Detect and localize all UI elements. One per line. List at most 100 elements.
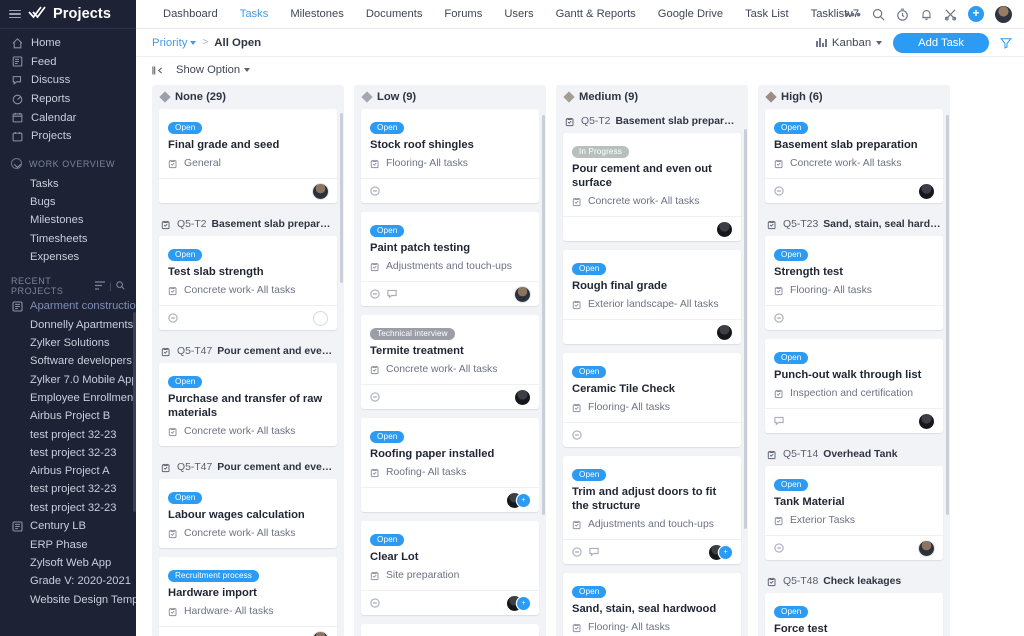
task-card[interactable]: Open Basement slab preparation Concrete wo… xyxy=(765,109,943,203)
column-scrollbar[interactable] xyxy=(339,113,343,283)
assignee-avatars[interactable] xyxy=(919,183,934,199)
minus-icon[interactable] xyxy=(572,547,582,557)
assignee-avatars[interactable] xyxy=(313,310,328,326)
task-card[interactable]: Open Final grade and seed General xyxy=(159,109,337,203)
minus-icon[interactable] xyxy=(168,313,178,323)
timer-icon[interactable] xyxy=(896,8,909,21)
sidebar-project-test-project-32-23[interactable]: test project 32-23 xyxy=(0,425,136,443)
task-card[interactable]: Recruitment process Hardware import Hardwa… xyxy=(159,557,337,636)
task-card[interactable]: In Progress Pour cement and even out surf… xyxy=(563,133,741,241)
assignee-avatars[interactable]: + xyxy=(507,595,530,611)
assignee-avatars[interactable] xyxy=(515,389,530,405)
task-card[interactable]: Open Clear Lot Site preparation + xyxy=(361,521,539,615)
task-card[interactable]: Technical interview Termite treatment Conc… xyxy=(361,315,539,409)
search-icon[interactable] xyxy=(116,280,125,292)
task-group-header[interactable]: Q5-T2 Basement slab preparation xyxy=(159,212,337,236)
sidebar-project-test-project-32-23[interactable]: test project 32-23 xyxy=(0,444,136,462)
minus-icon[interactable] xyxy=(370,392,380,402)
tab-gantt-reports[interactable]: Gantt & Reports xyxy=(545,0,647,28)
assignee-avatars[interactable]: + xyxy=(709,544,732,560)
task-card[interactable]: Open Sand, stain, seal hardwood Flooring- … xyxy=(563,573,741,636)
add-new-button[interactable]: + xyxy=(968,6,984,22)
tab-task-list[interactable]: Task List xyxy=(734,0,800,28)
avatar[interactable] xyxy=(515,389,530,405)
avatar-overflow-count[interactable]: + xyxy=(517,596,530,610)
add-task-button[interactable]: Add Task xyxy=(893,32,989,53)
tab-users[interactable]: Users xyxy=(493,0,544,28)
sidebar-project-website-design-templa[interactable]: Website Design Templa xyxy=(0,590,136,608)
task-group-header[interactable]: Q5-T2 Basement slab preparation xyxy=(563,109,741,133)
minus-icon[interactable] xyxy=(370,186,380,196)
assignee-avatars[interactable] xyxy=(919,413,934,429)
task-card[interactable]: Open Purchase and transfer of raw materia… xyxy=(159,363,337,446)
assignee-avatars[interactable] xyxy=(313,183,328,199)
task-group-header[interactable]: Q5-T47 Pour cement and even out sur... xyxy=(159,455,337,479)
task-group-header[interactable]: Q5-T23 Sand, stain, seal hardwood xyxy=(765,212,943,236)
tab-google-drive[interactable]: Google Drive xyxy=(647,0,734,28)
comment-icon[interactable] xyxy=(387,289,397,299)
sidebar-project-airbus-project-a[interactable]: Airbus Project A xyxy=(0,462,136,480)
sidebar-project-zylker-7-0-mobile-app[interactable]: Zylker 7.0 Mobile App xyxy=(0,371,136,389)
tab-tasks[interactable]: Tasks xyxy=(229,0,280,28)
comment-icon[interactable] xyxy=(589,547,599,557)
avatar[interactable] xyxy=(995,5,1012,23)
sidebar-section-work-overview[interactable]: WORK OVERVIEW xyxy=(0,153,136,175)
column-body-medium[interactable]: Q5-T2 Basement slab preparation In Progres… xyxy=(556,109,748,636)
minus-icon[interactable] xyxy=(370,289,380,299)
task-group-header[interactable]: Q5-T47 Pour cement and even out sur... xyxy=(159,339,337,363)
sidebar-project-erp-phase[interactable]: ERP Phase xyxy=(0,536,136,554)
more-tabs-button[interactable]: ••• xyxy=(834,5,872,23)
minus-icon[interactable] xyxy=(774,313,784,323)
avatar-overflow-count[interactable]: + xyxy=(517,493,530,507)
column-scrollbar[interactable] xyxy=(743,129,747,529)
avatar[interactable] xyxy=(919,183,934,199)
avatar[interactable] xyxy=(313,310,328,326)
search-icon[interactable] xyxy=(872,8,885,21)
assignee-avatars[interactable] xyxy=(919,540,934,556)
tab-documents[interactable]: Documents xyxy=(355,0,434,28)
sidebar-project-test-project-32-23[interactable]: test project 32-23 xyxy=(0,499,136,517)
sidebar-project-grade-v-2020-2021[interactable]: Grade V: 2020-2021 xyxy=(0,572,136,590)
sidebar-item-discuss[interactable]: Discuss xyxy=(0,71,136,90)
assignee-avatars[interactable] xyxy=(717,221,732,237)
sidebar-item-expenses[interactable]: Expenses xyxy=(0,248,136,266)
comment-icon[interactable] xyxy=(774,416,784,426)
avatar[interactable] xyxy=(515,286,530,302)
task-card[interactable]: OpenForce testExterior Tasks xyxy=(765,593,943,636)
sidebar-item-home[interactable]: Home xyxy=(0,34,136,53)
minus-icon[interactable] xyxy=(774,186,784,196)
task-card[interactable]: Open Tank Material Exterior Tasks xyxy=(765,466,943,560)
task-card[interactable]: Open Trim and adjust doors to fit the str… xyxy=(563,456,741,564)
sidebar-project-zylsoft-web-app[interactable]: Zylsoft Web App xyxy=(0,554,136,572)
column-body-none[interactable]: Open Final grade and seed General Q5-T2 Base… xyxy=(152,109,344,636)
column-body-low[interactable]: Open Stock roof shingles Flooring- All tas… xyxy=(354,109,546,636)
task-card[interactable]: Open Ceramic Tile Check Flooring- All task… xyxy=(563,353,741,447)
sidebar-item-projects[interactable]: Projects xyxy=(0,127,136,146)
avatar-overflow-count[interactable]: + xyxy=(719,545,732,559)
avatar[interactable] xyxy=(919,413,934,429)
sidebar-project-employee-enrollment[interactable]: Employee Enrollment xyxy=(0,389,136,407)
task-card[interactable]: Open Test slab strength Concrete work- All… xyxy=(159,236,337,330)
show-option-dropdown[interactable]: Show Option xyxy=(176,64,251,76)
task-card[interactable]: Open Paint patch testing Adjustments and t… xyxy=(361,212,539,306)
column-scrollbar[interactable] xyxy=(541,115,545,515)
column-scrollbar[interactable] xyxy=(945,115,949,515)
task-card[interactable]: Open Stock roof shingles Flooring- All tas… xyxy=(361,109,539,203)
task-card[interactable]: Open Labour wages calculation Concrete wor… xyxy=(159,479,337,548)
assignee-avatars[interactable]: + xyxy=(507,492,530,508)
task-card[interactable]: Open Strength test Flooring- All tasks xyxy=(765,236,943,330)
sidebar-item-reports[interactable]: Reports xyxy=(0,90,136,109)
view-selector[interactable]: Kanban xyxy=(816,37,883,49)
breadcrumb-filter-link[interactable]: Priority xyxy=(152,37,187,49)
task-group-header[interactable]: Q5-T48 Check leakages xyxy=(765,569,943,593)
tab-dashboard[interactable]: Dashboard xyxy=(152,0,229,28)
assignee-avatars[interactable] xyxy=(313,631,328,636)
assignee-avatars[interactable] xyxy=(515,286,530,302)
sidebar-project-aparment-construction[interactable]: Aparment construction xyxy=(0,297,136,316)
minus-icon[interactable] xyxy=(572,430,582,440)
hamburger-icon[interactable] xyxy=(9,9,21,19)
sidebar-item-milestones[interactable]: Milestones xyxy=(0,211,136,229)
tab-forums[interactable]: Forums xyxy=(433,0,493,28)
avatar[interactable] xyxy=(919,540,934,556)
avatar[interactable] xyxy=(313,183,328,199)
